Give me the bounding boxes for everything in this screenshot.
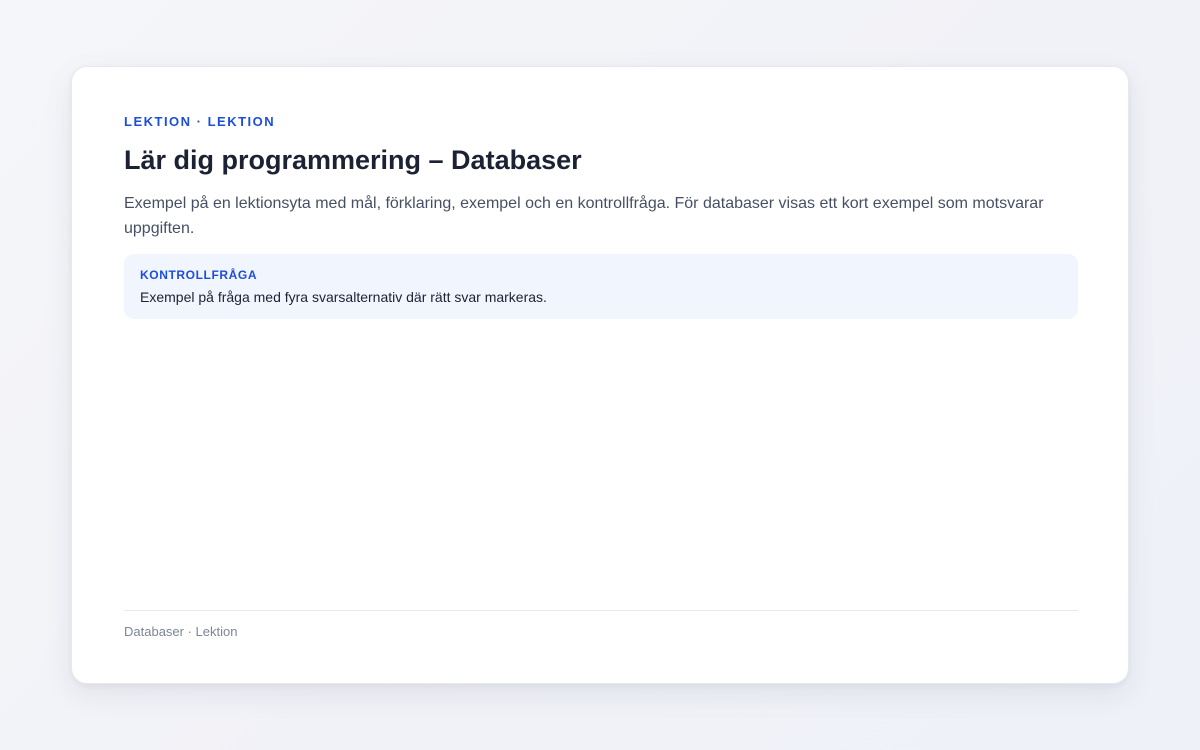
lesson-intro: Exempel på en lektionsyta med mål, förkl… [124, 195, 1044, 237]
page-title: Lär dig programmering – Databaser [124, 145, 582, 175]
footer-text: Databaser · Lektion [124, 624, 238, 639]
quiz-label: KONTROLLFRÅGA [140, 268, 258, 282]
lesson-card: LEKTION · LEKTION Lär dig programmering … [71, 66, 1129, 684]
footer-divider [124, 610, 1078, 611]
quiz-box: KONTROLLFRÅGA Exempel på fråga med fyra … [124, 254, 1078, 319]
quiz-text: Exempel på fråga med fyra svarsalternati… [140, 289, 547, 305]
lesson-eyebrow: LEKTION · LEKTION [124, 114, 276, 129]
